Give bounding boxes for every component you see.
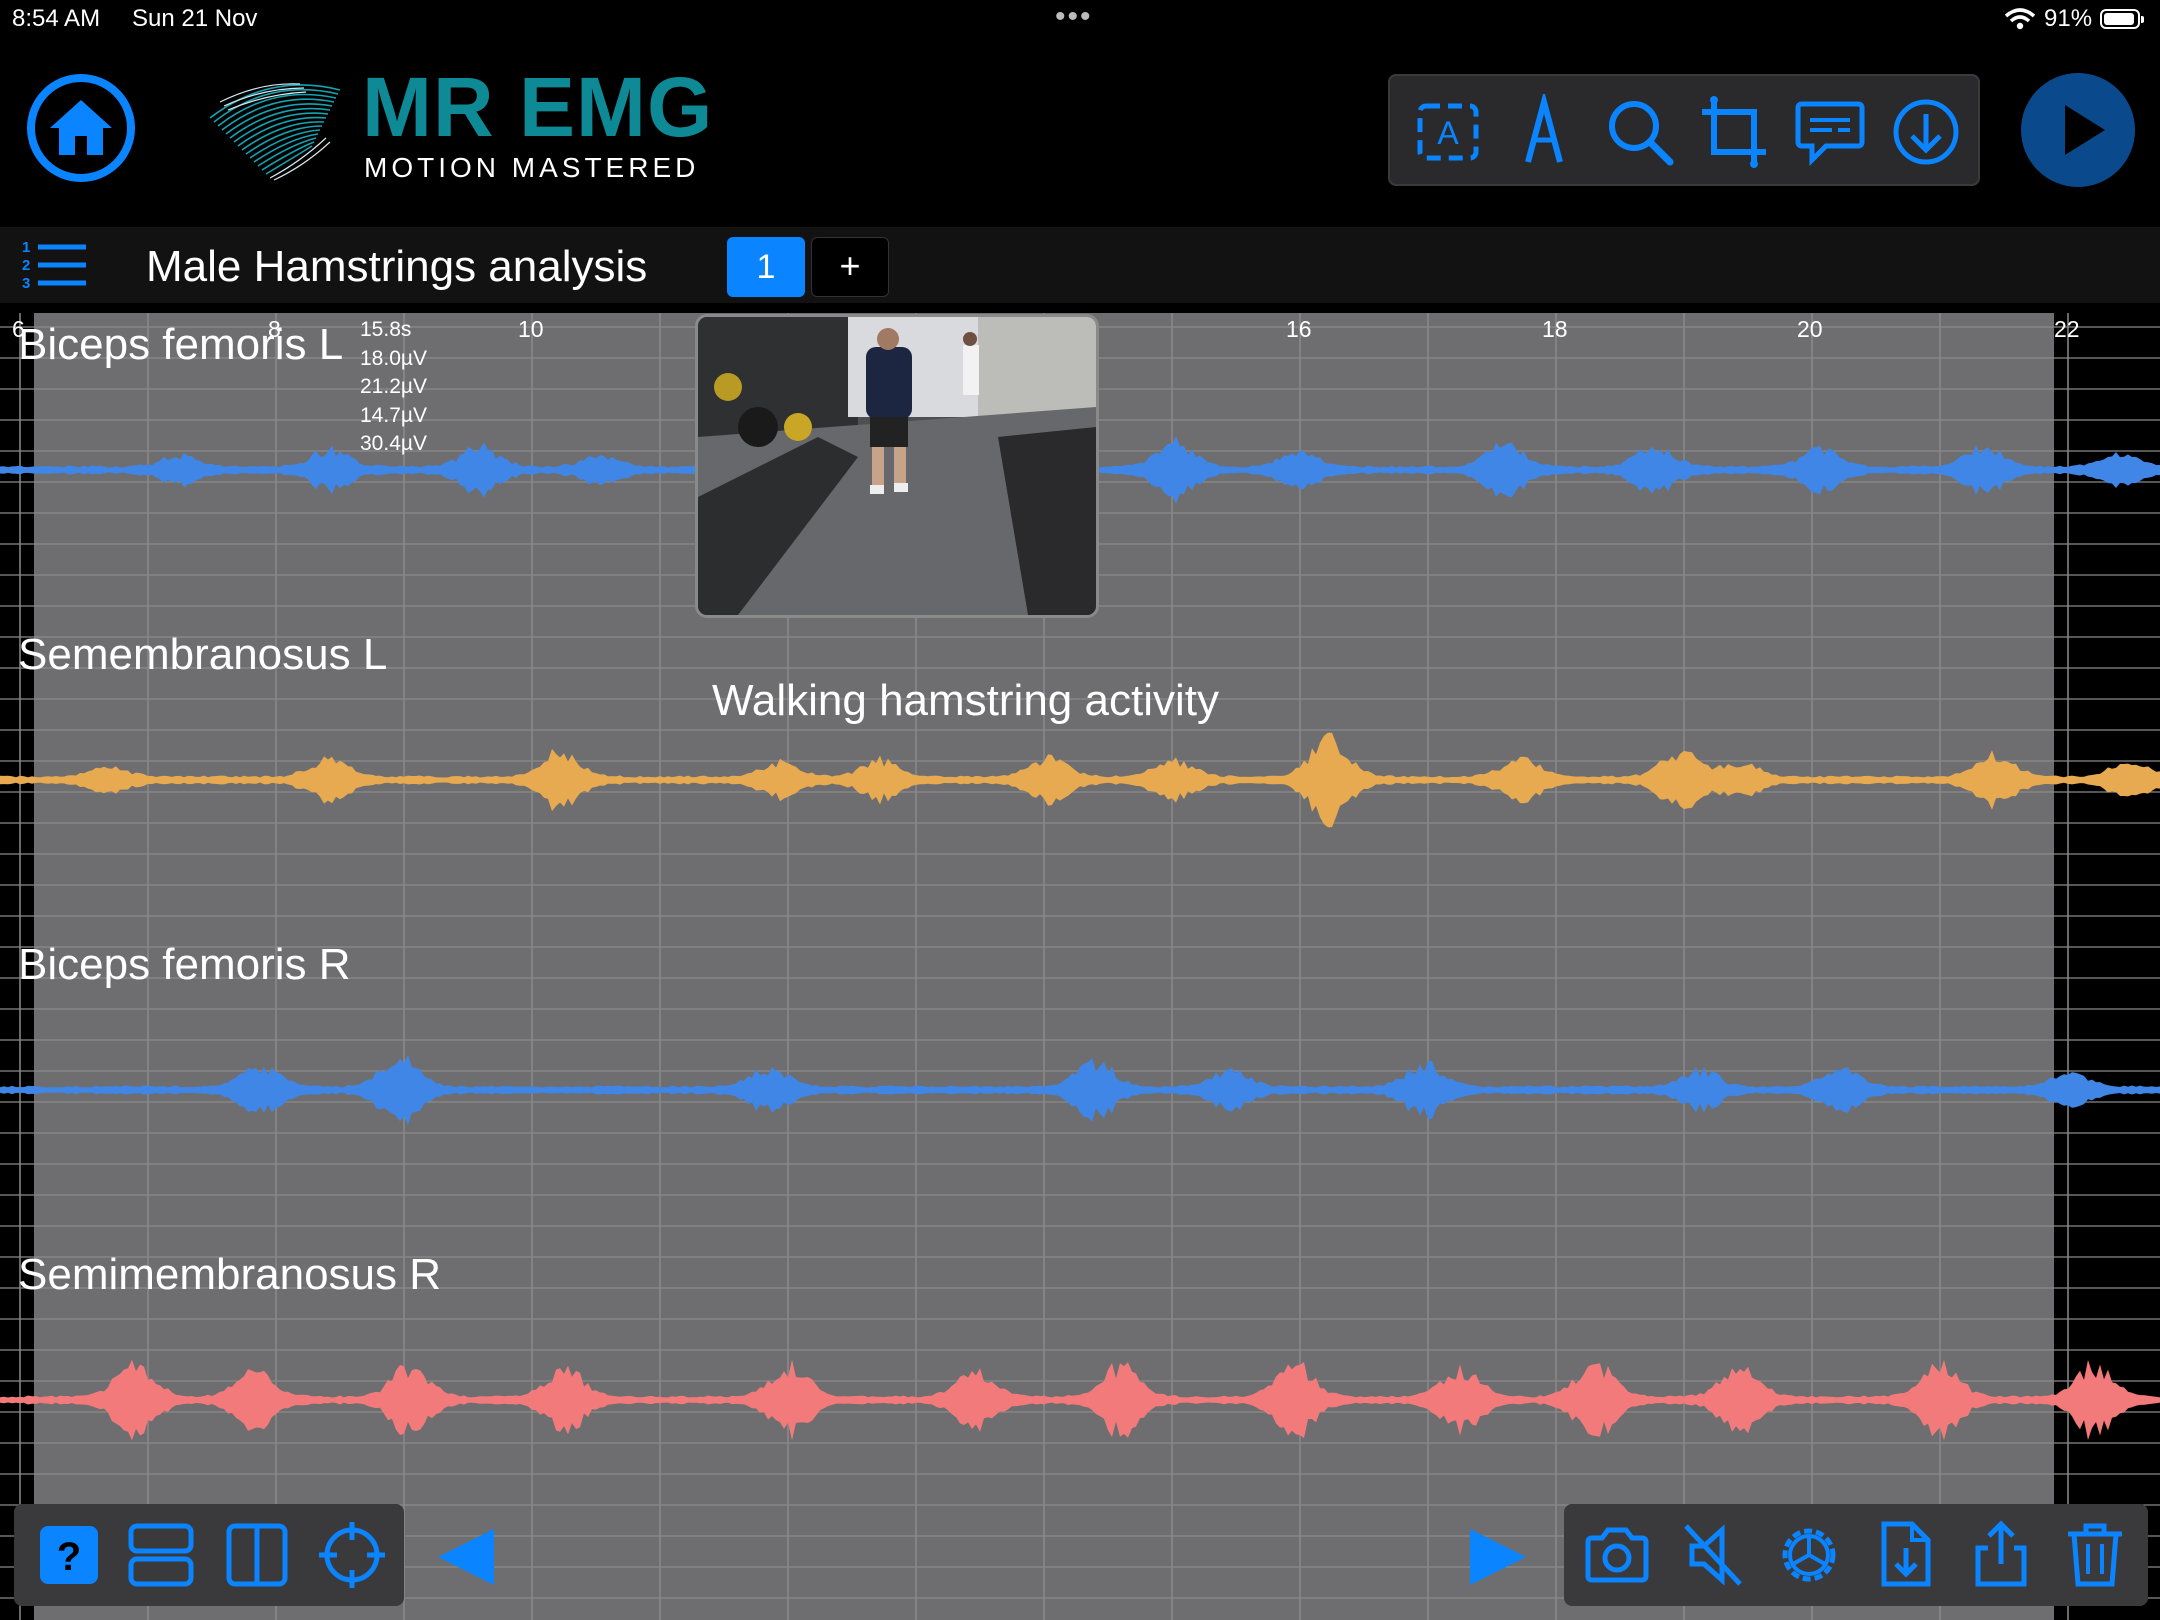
battery-percent: 91% [2044, 5, 2093, 32]
text-tool-button[interactable]: A [1410, 94, 1486, 170]
channel-label-semembranosus-l: Semembranosus L [18, 630, 388, 679]
svg-text:A: A [1437, 115, 1459, 151]
action-toolbar [1564, 1504, 2148, 1606]
import-file-button[interactable] [1870, 1520, 1940, 1590]
readout-value: 21.2µV [360, 375, 427, 398]
speaker-muted-icon [1684, 1524, 1742, 1586]
svg-text:?: ? [57, 1535, 81, 1579]
battery-icon [2100, 9, 2144, 29]
svg-text:2: 2 [22, 257, 30, 274]
emg-trace-2 [0, 732, 2160, 828]
video-thumbnail[interactable] [695, 314, 1099, 618]
home-icon [27, 74, 135, 182]
rows-layout-button[interactable] [126, 1520, 196, 1590]
triangle-left-icon [438, 1529, 494, 1585]
session-title[interactable]: Male Hamstrings analysis [146, 242, 647, 292]
magnifier-icon [1609, 101, 1674, 166]
crosshair-icon [319, 1522, 385, 1588]
cursor-readout: 15.8s 18.0µV 21.2µV 14.7µV 30.4µV [360, 316, 427, 459]
readout-value: 18.0µV [360, 346, 427, 370]
help-button[interactable]: ? [34, 1520, 104, 1590]
gear-icon [1782, 1528, 1836, 1582]
brand-logo-mark [200, 62, 350, 197]
text-box-icon: A [1417, 103, 1479, 161]
trial-list-button[interactable]: 1 2 3 [20, 238, 92, 299]
trial-tab-1[interactable]: 1 [727, 237, 805, 297]
brand-title: MR EMG [362, 60, 714, 154]
comment-tool-button[interactable] [1792, 94, 1868, 170]
share-button[interactable] [1966, 1520, 2036, 1590]
zoom-tool-button[interactable] [1602, 94, 1678, 170]
delete-button[interactable] [2060, 1520, 2130, 1590]
readout-value: 14.7µV [360, 403, 427, 427]
home-button[interactable] [26, 73, 136, 183]
svg-text:3: 3 [22, 275, 30, 292]
annotation-toolbar: A [1388, 74, 1980, 186]
columns-layout-button[interactable] [222, 1520, 292, 1590]
play-icon [2065, 105, 2105, 155]
numbered-list-icon: 1 2 3 [22, 239, 86, 292]
multitasking-dots[interactable]: ••• [1055, 0, 1093, 34]
channel-label-biceps-femoris-r: Biceps femoris R [18, 940, 351, 989]
wifi-icon [2004, 8, 2036, 35]
play-button[interactable] [2021, 73, 2135, 187]
download-icon [1893, 99, 1959, 165]
rows-layout-icon [128, 1523, 194, 1587]
emg-trace-3 [0, 1054, 2160, 1126]
comment-icon [1795, 101, 1865, 167]
channel-label-semimembranosus-r: Semimembranosus R [18, 1250, 442, 1299]
emg-trace-4 [0, 1359, 2160, 1441]
svg-text:1: 1 [22, 239, 30, 256]
camera-button[interactable] [1582, 1520, 1652, 1590]
channel-label-biceps-femoris-l: Biceps femoris L [18, 320, 344, 369]
target-button[interactable] [317, 1520, 387, 1590]
add-trial-button[interactable]: + [811, 237, 889, 297]
view-toolbar: ? [14, 1504, 404, 1606]
help-icon: ? [40, 1526, 98, 1584]
triangle-right-icon [1470, 1529, 1526, 1585]
trash-icon [2068, 1523, 2122, 1587]
previous-button[interactable] [434, 1527, 498, 1592]
settings-button[interactable] [1774, 1520, 1844, 1590]
status-time: 8:54 AM [12, 5, 101, 32]
readout-time: 15.8s [360, 318, 412, 341]
download-tool-button[interactable] [1888, 94, 1964, 170]
next-button[interactable] [1466, 1527, 1530, 1592]
pen-icon [1525, 90, 1563, 163]
status-date: Sun 21 Nov [132, 5, 258, 32]
pen-tool-button[interactable] [1506, 90, 1582, 170]
share-icon [1975, 1520, 2027, 1587]
mute-button[interactable] [1678, 1520, 1748, 1590]
crop-icon [1702, 96, 1766, 168]
file-import-icon [1881, 1521, 1931, 1587]
readout-value: 30.4µV [360, 432, 427, 455]
columns-layout-icon [226, 1523, 288, 1587]
trace-annotation[interactable]: Walking hamstring activity [712, 676, 1219, 726]
crop-tool-button[interactable] [1696, 94, 1772, 170]
brand-subtitle: MOTION MASTERED [364, 152, 700, 183]
camera-icon [1585, 1527, 1649, 1583]
